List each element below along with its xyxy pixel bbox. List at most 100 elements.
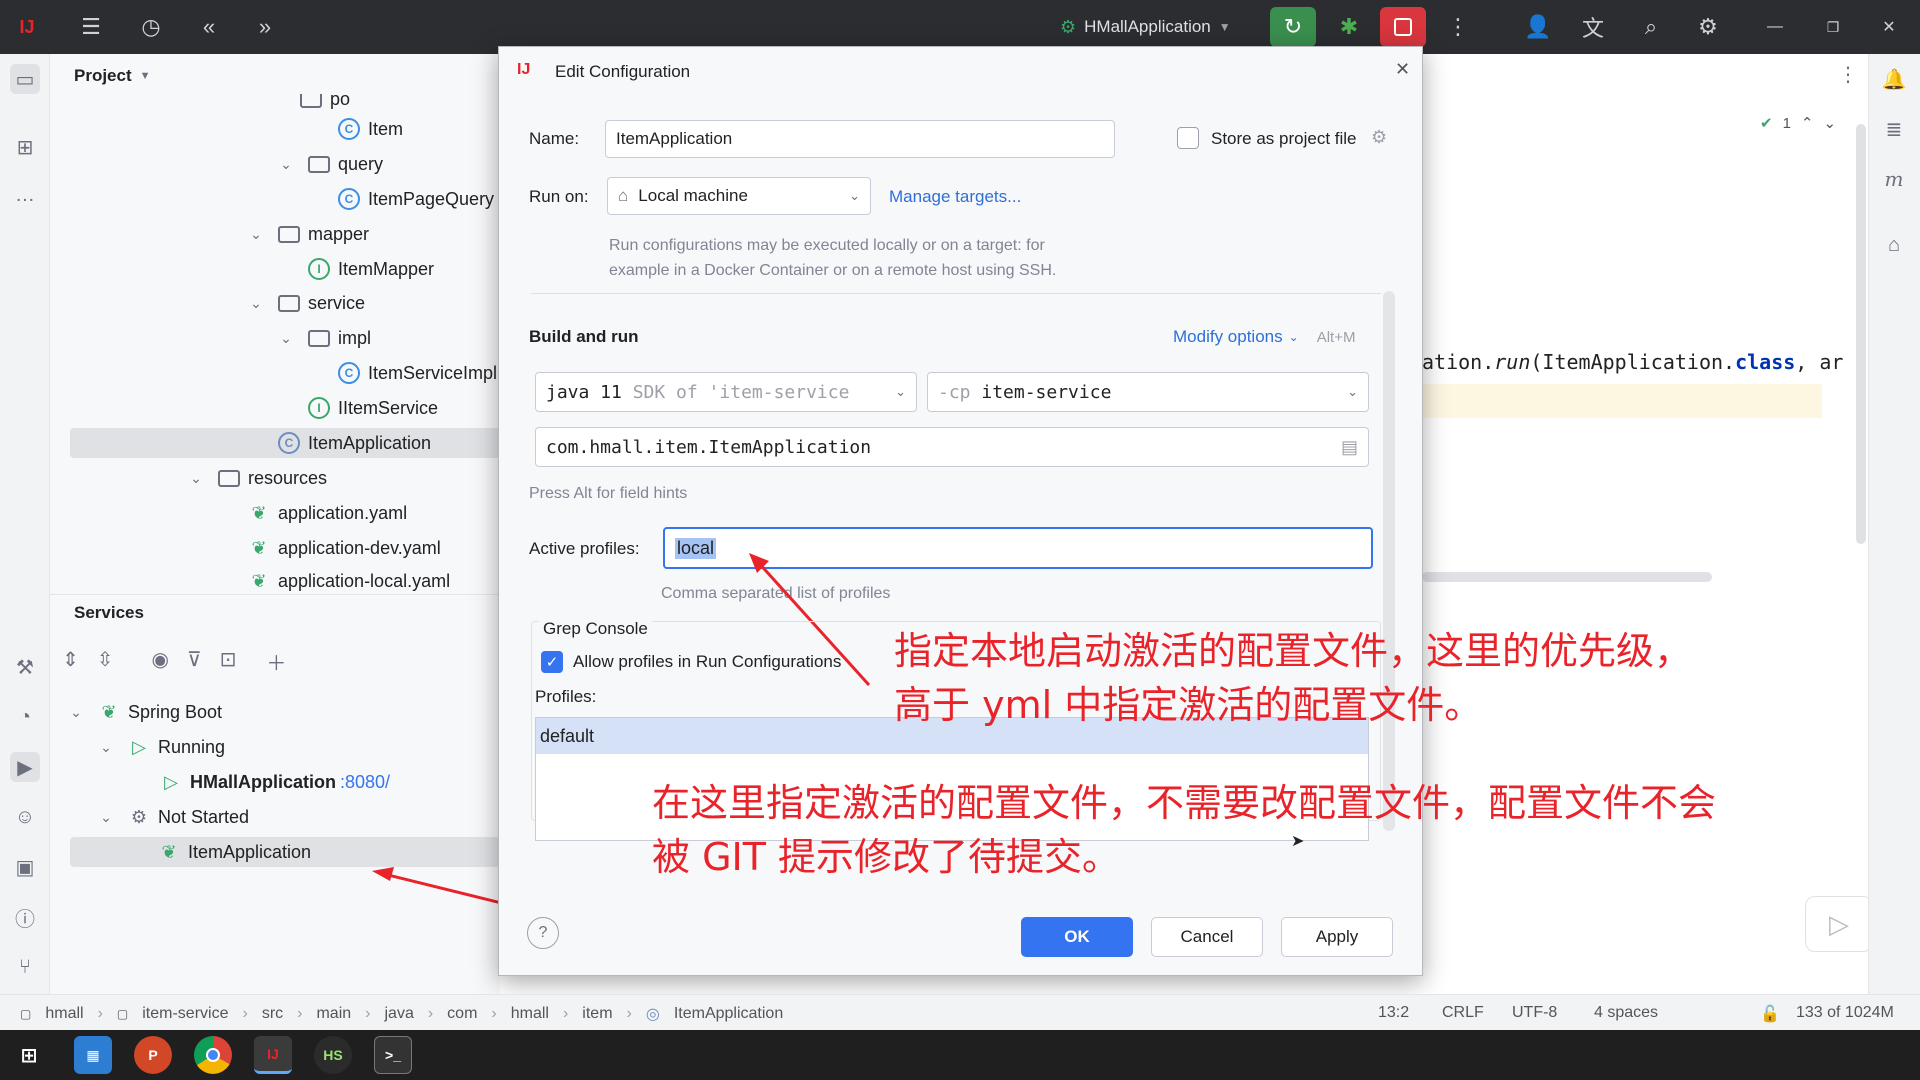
forward-icon[interactable]: » — [252, 14, 278, 40]
line-separator[interactable]: CRLF — [1442, 1004, 1484, 1022]
breadcrumb-item[interactable]: com — [447, 1005, 477, 1023]
settings-icon[interactable]: ⚙ — [1695, 14, 1721, 40]
structure-tool-icon[interactable]: ⊞ — [10, 132, 40, 162]
tree-item[interactable]: ❦ application-local.yaml — [248, 566, 450, 596]
build-tool-icon[interactable]: ⚒ — [10, 652, 40, 682]
tree-item[interactable]: ⌄ query — [278, 149, 383, 179]
ok-button[interactable]: OK — [1021, 917, 1133, 957]
add-service-icon[interactable]: ＋ — [266, 647, 286, 676]
more-tools-icon[interactable]: … — [10, 180, 40, 210]
powerpoint-icon[interactable]: P — [134, 1036, 172, 1074]
caret-position[interactable]: 13:2 — [1378, 1004, 1409, 1022]
store-project-checkbox[interactable] — [1177, 127, 1199, 149]
lock-icon[interactable]: 🔓 — [1760, 1004, 1780, 1024]
apply-button[interactable]: Apply — [1281, 917, 1393, 957]
new-group-icon[interactable]: ⊡ — [220, 647, 237, 676]
breadcrumb-item[interactable]: ItemApplication — [674, 1005, 783, 1023]
editor-more-icon[interactable]: ⋮ — [1838, 62, 1858, 87]
breadcrumb-item[interactable]: java — [384, 1005, 413, 1023]
add-user-icon[interactable]: 👤 — [1524, 14, 1551, 40]
show-icon[interactable]: ◉ — [152, 647, 169, 676]
service-group-spring-boot[interactable]: ⌄ ❦ Spring Boot — [68, 697, 222, 727]
problems-tool-icon[interactable]: ⓘ — [10, 902, 40, 932]
debug-icon[interactable]: ✱ — [1328, 7, 1370, 47]
tree-item[interactable]: po — [300, 94, 350, 114]
dialog-scrollbar[interactable] — [1383, 291, 1395, 831]
breadcrumb-item[interactable]: hmall — [45, 1005, 83, 1023]
intellij-taskbar-icon[interactable]: IJ — [254, 1036, 292, 1074]
terminal-tool-icon[interactable]: ▣ — [10, 852, 40, 882]
allow-profiles-checkbox[interactable]: ✓ — [541, 651, 563, 673]
main-class-field[interactable]: com.hmall.item.ItemApplication ▤ — [535, 427, 1369, 467]
tree-item[interactable]: C ItemPageQuery — [338, 184, 494, 214]
code-line[interactable]: ation.run(ItemApplication.class, ar — [1422, 350, 1843, 374]
tree-item[interactable]: ⌄ resources — [188, 463, 327, 493]
collapse-all-icon[interactable]: ⇳ — [97, 647, 114, 676]
editor-scrollbar[interactable] — [1856, 124, 1866, 544]
help-icon[interactable]: ? — [527, 917, 559, 949]
name-field[interactable]: ItemApplication — [605, 120, 1115, 158]
breadcrumb-item[interactable]: hmall — [511, 1005, 549, 1023]
breadcrumb-item[interactable]: src — [262, 1005, 283, 1023]
service-group-running[interactable]: ⌄ ▷ Running — [98, 732, 225, 762]
tree-item[interactable]: ❦ application.yaml — [248, 498, 407, 528]
run-on-select[interactable]: ⌂ Local machine ⌄ — [607, 177, 871, 215]
maven-tool-icon[interactable]: m — [1879, 164, 1909, 194]
manage-targets-link[interactable]: Manage targets... — [889, 187, 1021, 207]
filter-icon[interactable]: ⊽ — [187, 647, 202, 676]
git-tool-icon[interactable]: ⑂ — [10, 952, 40, 982]
notifications-icon[interactable]: 🔔 — [1879, 64, 1909, 94]
ai-assistant-icon[interactable]: ⌂ — [1879, 230, 1909, 260]
close-icon[interactable]: ✕ — [1395, 59, 1410, 80]
recent-files-icon[interactable]: ◷ — [138, 14, 164, 40]
browse-class-icon[interactable]: ▤ — [1341, 437, 1358, 458]
breadcrumb-item[interactable]: main — [316, 1005, 351, 1023]
service-group-not-started[interactable]: ⌄ ⚙ Not Started — [98, 802, 249, 832]
tree-item[interactable]: ⌄ mapper — [248, 219, 369, 249]
indent-setting[interactable]: 4 spaces — [1594, 1004, 1658, 1022]
gear-icon[interactable]: ⚙ — [1371, 127, 1387, 148]
classpath-select[interactable]: -cp item-service ⌄ — [927, 372, 1369, 412]
project-tool-icon[interactable]: ▭ — [10, 64, 40, 94]
tree-item[interactable]: C Item — [338, 114, 403, 144]
tree-item[interactable]: ❦ application-dev.yaml — [248, 533, 440, 563]
back-icon[interactable]: « — [196, 14, 222, 40]
main-menu-icon[interactable]: ☰ — [78, 14, 104, 40]
search-icon[interactable]: ⌕ — [1638, 14, 1664, 40]
video-play-icon[interactable]: ▷ — [1805, 896, 1873, 952]
tree-item[interactable]: I ItemMapper — [308, 254, 434, 284]
project-panel-header[interactable]: Project ▼ — [74, 66, 151, 86]
file-encoding[interactable]: UTF-8 — [1512, 1004, 1557, 1022]
tree-item[interactable]: I IItemService — [308, 393, 438, 423]
plugins-tool-icon[interactable]: ☺ — [10, 802, 40, 832]
jdk-select[interactable]: java 11 SDK of 'item-service ⌄ — [535, 372, 917, 412]
chrome-icon[interactable] — [194, 1036, 232, 1074]
terminal-taskbar-icon[interactable]: >_ — [374, 1036, 412, 1074]
tree-item[interactable]: C ItemServiceImpl — [338, 358, 497, 388]
memory-indicator[interactable]: 133 of 1024M — [1796, 1004, 1894, 1022]
breadcrumb-item[interactable]: item — [582, 1005, 612, 1023]
minimize-icon[interactable]: — — [1762, 14, 1788, 40]
breadcrumb-item[interactable]: item-service — [142, 1005, 228, 1023]
cancel-button[interactable]: Cancel — [1151, 917, 1263, 957]
restore-icon[interactable]: ❐ — [1820, 14, 1846, 40]
more-actions-icon[interactable]: ⋮ — [1445, 14, 1471, 40]
close-window-icon[interactable]: ✕ — [1876, 14, 1902, 40]
services-tool-icon[interactable]: ▶ — [10, 752, 40, 782]
database-tool-icon[interactable]: ≣ — [1879, 114, 1909, 144]
tree-item[interactable]: ⌄ impl — [278, 323, 371, 353]
tree-item[interactable]: ⌄ service — [248, 288, 365, 318]
expand-all-icon[interactable]: ⇕ — [62, 647, 79, 676]
service-hmall-application[interactable]: ▷ HMallApplication:8080/ — [160, 767, 390, 797]
translate-icon[interactable]: 文 — [1580, 14, 1606, 41]
windows-start-icon[interactable]: ⊞ — [10, 1036, 48, 1074]
hs-app-icon[interactable]: HS — [314, 1036, 352, 1074]
file-explorer-icon[interactable]: ▦ — [74, 1036, 112, 1074]
tree-item-selected[interactable]: C ItemApplication — [70, 428, 500, 458]
rerun-button[interactable]: ↻ — [1270, 7, 1316, 47]
profiler-tool-icon[interactable]: ◔ — [10, 702, 40, 732]
modify-options-button[interactable]: Modify options ⌄ Alt+M — [1173, 327, 1355, 347]
editor-h-scrollbar[interactable] — [1422, 572, 1712, 582]
inspection-widget[interactable]: ✔ 1 ⌃ ⌄ — [1760, 114, 1836, 133]
run-config-selector[interactable]: ⚙ HMallApplication ▼ — [1060, 12, 1231, 42]
